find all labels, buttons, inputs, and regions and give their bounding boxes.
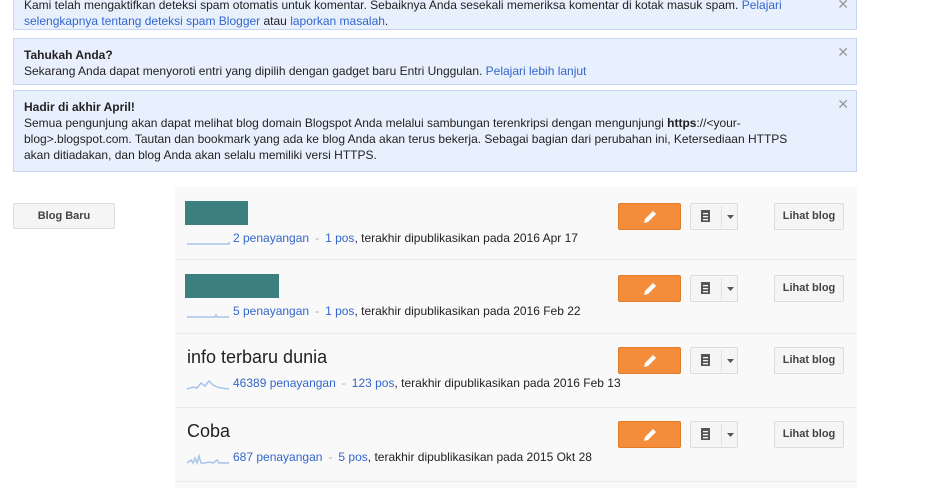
last-published: , terakhir dipublikasikan pada 2016 Apr … [354, 231, 578, 245]
posts-menu-button[interactable] [690, 347, 738, 374]
notice-text: Semua pengunjung akan dapat melihat blog… [24, 116, 668, 130]
blog-list: 2 penayangan -1 pos, terakhir dipublikasi… [175, 187, 857, 488]
notice-text: atau [260, 14, 291, 28]
blog-title-redacted[interactable] [185, 274, 279, 298]
chevron-down-icon [727, 287, 734, 291]
spam-detection-notice: Kami telah mengaktifkan deteksi spam oto… [13, 0, 857, 30]
posts-link[interactable]: 1 pos [325, 304, 354, 318]
view-blog-button[interactable]: Lihat blog [774, 275, 844, 302]
new-post-button[interactable] [618, 203, 681, 230]
pencil-icon [644, 429, 656, 441]
pageviews-link[interactable]: 5 penayangan [233, 304, 309, 318]
posts-dropdown-toggle[interactable] [721, 424, 738, 445]
new-post-button[interactable] [618, 347, 681, 374]
report-problem-link[interactable]: laporkan masalah [290, 14, 385, 28]
close-icon[interactable]: ✕ [837, 45, 849, 59]
did-you-know-notice: Tahukah Anda? Sekarang Anda dapat menyor… [13, 38, 857, 85]
pageview-sparkline-icon [186, 379, 230, 390]
last-published: , terakhir dipublikasikan pada 2015 Okt … [367, 450, 592, 464]
pageviews-link[interactable]: 687 penayangan [233, 450, 322, 464]
posts-link[interactable]: 1 pos [325, 231, 354, 245]
blog-stats: 687 penayangan -5 pos, terakhir dipublika… [185, 450, 592, 465]
blog-title-redacted[interactable] [185, 201, 248, 225]
last-published: , terakhir dipublikasikan pada 2016 Feb … [394, 376, 621, 390]
chevron-down-icon [727, 215, 734, 219]
posts-dropdown-toggle[interactable] [721, 278, 738, 299]
new-post-button[interactable] [618, 421, 681, 448]
document-icon [701, 354, 710, 366]
blog-stats: 5 penayangan -1 pos, terakhir dipublikasi… [185, 304, 581, 319]
blog-title-link[interactable]: Coba [187, 421, 230, 442]
document-icon [701, 282, 710, 294]
notice-text: Kami telah mengaktifkan deteksi spam oto… [24, 0, 742, 12]
blog-row: Coba 687 penayangan -5 pos, terakhir dipu… [175, 409, 857, 482]
notice-title: Hadir di akhir April! [24, 100, 135, 114]
separator: - [328, 450, 333, 464]
separator: - [315, 231, 320, 245]
posts-dropdown-toggle[interactable] [721, 350, 738, 371]
separator: - [315, 304, 320, 318]
chevron-down-icon [727, 359, 734, 363]
posts-link[interactable]: 5 pos [338, 450, 367, 464]
pencil-icon [644, 211, 656, 223]
view-blog-button[interactable]: Lihat blog [774, 347, 844, 374]
pencil-icon [644, 355, 656, 367]
blog-stats: 2 penayangan -1 pos, terakhir dipublikasi… [185, 231, 578, 246]
pencil-icon [644, 283, 656, 295]
document-icon [701, 210, 710, 222]
view-blog-button[interactable]: Lihat blog [774, 421, 844, 448]
notice-strong-text: https [667, 116, 697, 130]
blog-title-link[interactable]: info terbaru dunia [187, 347, 327, 368]
pageviews-link[interactable]: 2 penayangan [233, 231, 309, 245]
view-blog-button[interactable]: Lihat blog [774, 203, 844, 230]
separator: - [341, 376, 346, 390]
pageviews-link[interactable]: 46389 penayangan [233, 376, 336, 390]
blog-stats: 46389 penayangan -123 pos, terakhir dipub… [185, 376, 621, 391]
notice-title: Tahukah Anda? [24, 48, 113, 62]
posts-menu-button[interactable] [690, 275, 738, 302]
pageview-sparkline-icon [187, 241, 230, 245]
new-post-button[interactable] [618, 275, 681, 302]
pageview-sparkline-icon [186, 453, 229, 465]
blog-row: 5 penayangan -1 pos, terakhir dipublikasi… [175, 261, 857, 334]
posts-menu-button[interactable] [690, 203, 738, 230]
notice-text: . [384, 14, 389, 28]
https-notice: Hadir di akhir April! Semua pengunjung a… [13, 90, 857, 172]
chevron-down-icon [727, 433, 734, 437]
blog-row: info terbaru dunia 46389 penayangan -123 … [175, 335, 857, 408]
blog-row: 2 penayangan -1 pos, terakhir dipublikasi… [175, 187, 857, 260]
posts-dropdown-toggle[interactable] [721, 206, 738, 227]
posts-link[interactable]: 123 pos [352, 376, 395, 390]
posts-menu-button[interactable] [690, 421, 738, 448]
last-published: , terakhir dipublikasikan pada 2016 Feb … [354, 304, 581, 318]
document-icon [701, 428, 710, 440]
close-icon[interactable]: ✕ [837, 97, 849, 111]
featured-post-learn-more-link[interactable]: Pelajari lebih lanjut [486, 64, 587, 78]
close-icon[interactable]: ✕ [837, 0, 849, 11]
pageview-sparkline-icon [187, 313, 229, 318]
notice-text: Sekarang Anda dapat menyoroti entri yang… [24, 64, 486, 78]
new-blog-button[interactable]: Blog Baru [13, 203, 115, 229]
